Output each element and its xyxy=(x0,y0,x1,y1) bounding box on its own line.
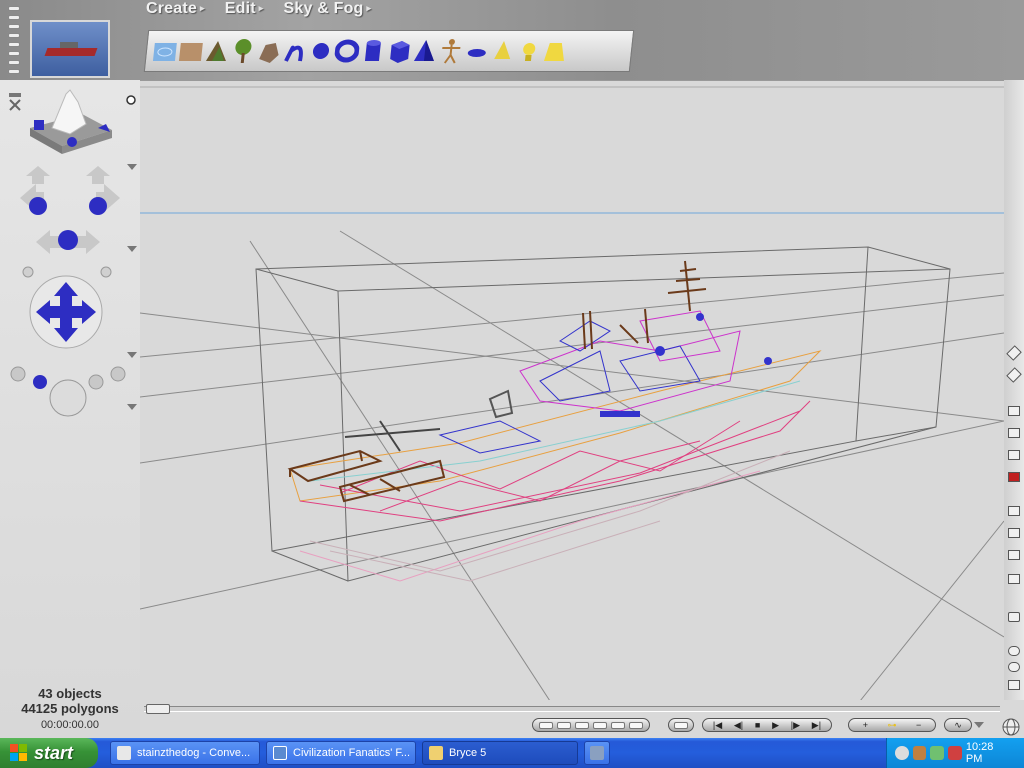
grid-mode-icon[interactable] xyxy=(1008,574,1020,584)
terrain-icon[interactable] xyxy=(204,37,231,65)
disc-icon[interactable] xyxy=(464,37,491,65)
trackball-options-triangle[interactable] xyxy=(127,164,137,170)
security-tray-icon[interactable] xyxy=(948,746,962,760)
scene-status: 43 objects 44125 polygons 00:00:00.00 xyxy=(0,686,140,731)
step-back-icon[interactable]: ◀| xyxy=(734,720,743,730)
wave-icon: ∿ xyxy=(954,720,962,730)
shaded-mode-icon[interactable] xyxy=(1008,450,1020,460)
start-label: start xyxy=(34,742,74,763)
go-to-start-icon[interactable]: |◀ xyxy=(713,720,722,730)
rock-icon[interactable] xyxy=(256,37,283,65)
cylinder-icon[interactable] xyxy=(360,37,387,65)
zoom-in-icon[interactable] xyxy=(1008,646,1020,656)
taskbar-item-bryce[interactable]: Bryce 5 xyxy=(422,741,578,765)
timeline-scrubber[interactable] xyxy=(144,704,1000,714)
3d-view-cube-icon[interactable] xyxy=(1008,612,1020,622)
light-icon[interactable] xyxy=(516,37,543,65)
go-to-end-icon[interactable]: ▶| xyxy=(812,720,821,730)
symmetrical-lattice-icon[interactable] xyxy=(282,37,309,65)
start-button[interactable]: start xyxy=(0,738,98,768)
zoom-out-icon[interactable] xyxy=(1008,662,1020,672)
camera-mode-toggle[interactable] xyxy=(668,718,694,732)
shadow-mode-icon[interactable] xyxy=(1008,528,1020,538)
panel-grip-handle[interactable] xyxy=(8,6,20,80)
taskbar-item-app[interactable] xyxy=(584,741,610,765)
camera-move-sphere[interactable] xyxy=(29,275,103,349)
play-icon[interactable]: ▶ xyxy=(772,720,779,730)
step-forward-icon[interactable]: |▶ xyxy=(791,720,800,730)
tray-app-icon[interactable] xyxy=(912,746,927,760)
right-toolbar xyxy=(1004,80,1024,738)
clock[interactable]: 10:28 PM xyxy=(966,741,1012,765)
message-icon xyxy=(117,746,131,760)
globe-icon[interactable] xyxy=(1002,718,1020,736)
camera-controls xyxy=(9,89,136,417)
pan-hand-icon[interactable] xyxy=(1008,680,1020,690)
nano-preview-thumbnail[interactable] xyxy=(30,20,110,78)
sphere-icon[interactable] xyxy=(308,37,335,65)
tree-icon[interactable] xyxy=(230,37,257,65)
taskbar-item-browser[interactable]: Civilization Fanatics' F... xyxy=(266,741,416,765)
menu-create[interactable]: Create ▸ xyxy=(146,0,205,20)
keyframe-controls: + ⊶ − xyxy=(848,718,936,732)
playback-controls: |◀ ◀| ■ ▶ |▶ ▶| xyxy=(702,718,832,732)
ground-plane-icon[interactable] xyxy=(178,37,205,65)
human-figure-icon[interactable] xyxy=(438,37,465,65)
eraser-tool-icon[interactable] xyxy=(1006,367,1022,383)
main-menu: Create ▸ Edit ▸ Sky & Fog ▸ xyxy=(146,0,371,20)
folder-icon xyxy=(429,746,443,760)
application-icon xyxy=(590,746,604,760)
add-keyframe-icon[interactable]: + xyxy=(863,720,868,730)
wireframe-scene xyxy=(140,86,1004,701)
windows-logo-icon xyxy=(10,744,28,762)
torus-icon[interactable] xyxy=(334,37,361,65)
menu-edit[interactable]: Edit ▸ xyxy=(225,0,264,20)
camera-zoom-control[interactable] xyxy=(10,366,126,417)
wireframe-mode-icon[interactable] xyxy=(1008,428,1020,438)
time-display: 00:00:00.00 xyxy=(40,719,100,731)
render-mode-icon[interactable] xyxy=(1008,406,1020,416)
camera-control-panel: 43 objects 44125 polygons 00:00:00.00 xyxy=(0,80,140,738)
windows-taskbar: start stainzthedog - Conve... Civilizati… xyxy=(0,738,1024,768)
depth-cue-icon[interactable] xyxy=(1008,506,1020,516)
animation-options[interactable]: ∿ xyxy=(944,718,972,732)
tray-expand-icon[interactable] xyxy=(895,746,909,760)
water-plane-icon[interactable] xyxy=(152,37,179,65)
spotlight-icon[interactable] xyxy=(542,37,569,65)
remove-keyframe-icon[interactable]: − xyxy=(916,720,921,730)
object-count: 43 objects xyxy=(38,686,102,701)
cube-icon[interactable] xyxy=(386,37,413,65)
timeline-thumb[interactable] xyxy=(146,704,170,714)
create-object-palette xyxy=(143,30,635,72)
top-bar: Create ▸ Edit ▸ Sky & Fog ▸ xyxy=(0,0,1024,88)
move-options-triangle[interactable] xyxy=(127,352,137,358)
zoom-options-triangle[interactable] xyxy=(127,404,137,410)
browser-icon xyxy=(273,746,287,760)
brush-tool-icon[interactable] xyxy=(1006,345,1022,361)
camera-radio-icon[interactable] xyxy=(126,95,136,105)
system-tray: 10:28 PM xyxy=(886,738,1024,768)
ground-grid xyxy=(140,230,1004,701)
camera-xz-control[interactable] xyxy=(20,166,50,215)
camera-xy-control[interactable] xyxy=(86,166,120,215)
camera-yz-control[interactable] xyxy=(22,230,112,278)
3d-viewport[interactable] xyxy=(140,80,1004,701)
ship-shadow xyxy=(309,450,791,582)
menu-sky-fog[interactable]: Sky & Fog ▸ xyxy=(283,0,371,20)
taskbar-item-messenger[interactable]: stainzthedog - Conve... xyxy=(110,741,260,765)
cone-icon[interactable] xyxy=(490,37,517,65)
camera-trackball[interactable] xyxy=(30,89,112,154)
stop-icon[interactable]: ■ xyxy=(755,720,760,730)
pyramid-icon[interactable] xyxy=(412,37,439,65)
background-color-icon[interactable] xyxy=(1008,472,1020,482)
polygon-count: 44125 polygons xyxy=(21,701,119,716)
messenger-tray-icon[interactable] xyxy=(930,746,945,760)
animation-options-triangle[interactable] xyxy=(974,722,984,728)
animation-controls: |◀ ◀| ■ ▶ |▶ ▶| + ⊶ − ∿ xyxy=(140,700,1024,738)
bounding-box-mode-icon[interactable] xyxy=(1008,550,1020,560)
key-icon[interactable]: ⊶ xyxy=(887,720,896,730)
camera-view-selector-icon[interactable] xyxy=(9,93,21,111)
pan-options-triangle[interactable] xyxy=(127,246,137,252)
memory-dots[interactable] xyxy=(532,718,650,732)
